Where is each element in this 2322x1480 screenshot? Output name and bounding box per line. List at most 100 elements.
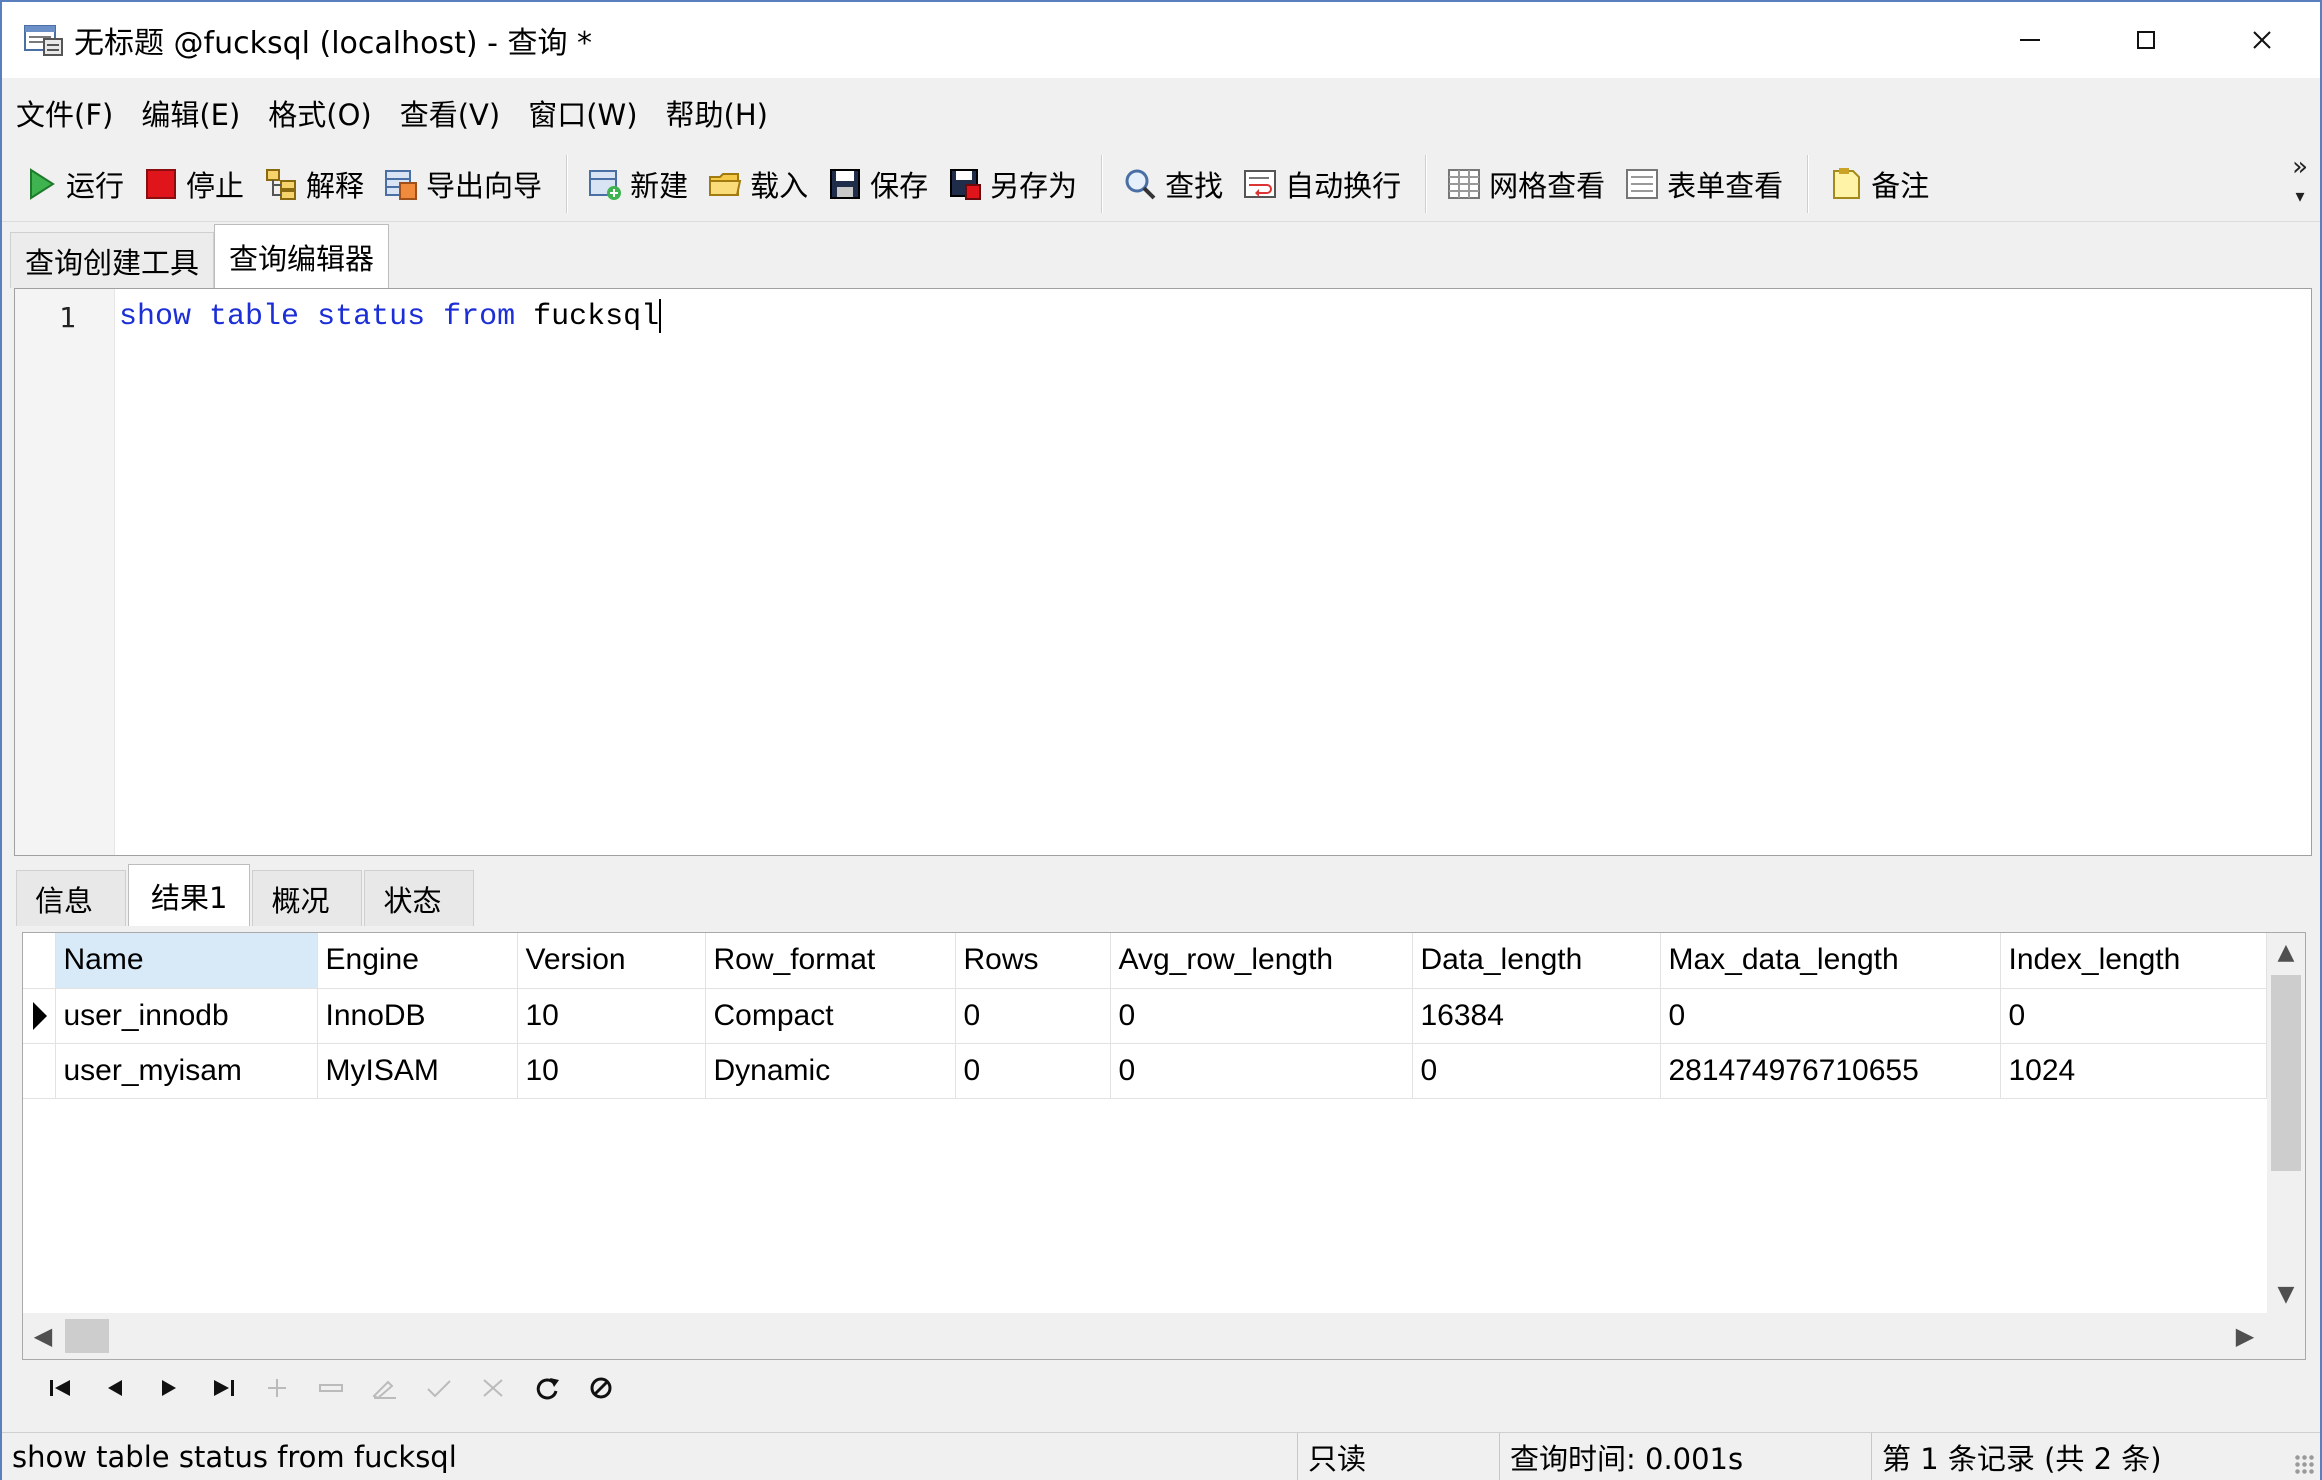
result-grid[interactable]: Name Engine Version Row_format Rows Avg_… xyxy=(22,932,2306,1360)
discard-changes-button[interactable] xyxy=(466,1366,520,1410)
maximize-icon xyxy=(2137,31,2155,49)
table-cell[interactable]: user_myisam xyxy=(55,1043,318,1099)
cancel-icon xyxy=(483,1379,503,1397)
vertical-scrollbar[interactable]: ▲ ▼ xyxy=(2267,933,2305,1313)
column-header-avg-row-length[interactable]: Avg_row_length xyxy=(1110,933,1413,989)
column-header-rows[interactable]: Rows xyxy=(955,933,1111,989)
load-button[interactable]: 载入 xyxy=(700,154,816,214)
table-row[interactable]: user_innodb InnoDB 10 Compact 0 0 16384 … xyxy=(23,988,2267,1044)
chevron-down-icon: ▾ xyxy=(2295,186,2305,207)
table-cell[interactable]: 281474976710655 xyxy=(1660,1043,2001,1099)
column-header-name[interactable]: Name xyxy=(55,933,318,989)
table-cell[interactable]: 0 xyxy=(2000,988,2267,1044)
checkmark-icon xyxy=(427,1380,451,1398)
table-cell[interactable]: 16384 xyxy=(1412,988,1661,1044)
row-pointer-icon xyxy=(33,1001,47,1030)
refresh-button[interactable] xyxy=(520,1366,574,1410)
menu-file[interactable]: 文件(F) xyxy=(16,92,113,134)
add-record-button[interactable] xyxy=(250,1366,304,1410)
scroll-left-icon[interactable]: ◀ xyxy=(23,1313,63,1359)
menu-format[interactable]: 格式(O) xyxy=(268,92,371,134)
last-record-button[interactable] xyxy=(196,1366,250,1410)
word-wrap-button[interactable]: 自动换行 xyxy=(1235,154,1409,214)
minus-icon xyxy=(319,1384,343,1392)
edit-icon xyxy=(372,1380,396,1400)
menu-view[interactable]: 查看(V) xyxy=(400,92,500,134)
edit-record-button[interactable] xyxy=(358,1366,412,1410)
vertical-scroll-thumb[interactable] xyxy=(2271,975,2301,1171)
first-record-icon xyxy=(50,1380,70,1396)
close-button[interactable] xyxy=(2204,2,2320,78)
note-button[interactable]: 备注 xyxy=(1821,154,1937,214)
table-row[interactable]: user_myisam MyISAM 10 Dynamic 0 0 0 2814… xyxy=(23,1043,2267,1099)
search-icon xyxy=(1123,167,1157,201)
tab-result1[interactable]: 结果1 xyxy=(128,864,251,926)
resize-grip-icon[interactable] xyxy=(2294,1454,2316,1476)
column-header-engine[interactable]: Engine xyxy=(317,933,518,989)
save-button[interactable]: 保存 xyxy=(820,154,936,214)
tab-status[interactable]: 状态 xyxy=(364,870,475,926)
table-cell[interactable]: InnoDB xyxy=(317,988,518,1044)
table-cell[interactable]: 1024 xyxy=(2000,1043,2267,1099)
table-cell[interactable]: MyISAM xyxy=(317,1043,518,1099)
first-record-button[interactable] xyxy=(34,1366,88,1410)
column-header-version[interactable]: Version xyxy=(517,933,706,989)
sql-editor[interactable]: 1 show table status from fucksql xyxy=(14,288,2312,856)
code-line[interactable]: show table status from fucksql xyxy=(119,299,662,334)
previous-record-button[interactable] xyxy=(88,1366,142,1410)
form-view-button[interactable]: 表单查看 xyxy=(1617,154,1791,214)
table-cell[interactable]: 10 xyxy=(517,1043,706,1099)
table-cell[interactable]: 0 xyxy=(1412,1043,1661,1099)
menu-window[interactable]: 窗口(W) xyxy=(528,92,637,134)
sql-keyword: status xyxy=(317,299,426,334)
grid-view-button[interactable]: 网格查看 xyxy=(1439,154,1613,214)
table-cell[interactable]: Compact xyxy=(705,988,956,1044)
sql-identifier: fucksql xyxy=(533,299,660,334)
run-button[interactable]: 运行 xyxy=(16,154,132,214)
table-cell[interactable]: 0 xyxy=(955,1043,1111,1099)
apply-changes-button[interactable] xyxy=(412,1366,466,1410)
toolbar-separator xyxy=(566,154,569,213)
table-cell[interactable]: 0 xyxy=(1110,988,1413,1044)
save-as-button[interactable]: 另存为 xyxy=(940,154,1085,214)
app-window: 无标题 @fucksql (localhost) - 查询 * 文件(F) 编辑… xyxy=(0,0,2322,1480)
horizontal-scroll-thumb[interactable] xyxy=(65,1319,109,1353)
column-header-max-data-length[interactable]: Max_data_length xyxy=(1660,933,2001,989)
find-button[interactable]: 查找 xyxy=(1115,154,1231,214)
scroll-down-icon[interactable]: ▼ xyxy=(2267,1275,2305,1313)
table-cell[interactable]: 0 xyxy=(1660,988,2001,1044)
menu-edit[interactable]: 编辑(E) xyxy=(141,92,240,134)
tab-profile[interactable]: 概况 xyxy=(252,870,363,926)
menu-help[interactable]: 帮助(H) xyxy=(666,92,768,134)
scroll-up-icon[interactable]: ▲ xyxy=(2267,933,2305,971)
scroll-right-icon[interactable]: ▶ xyxy=(2225,1313,2265,1359)
horizontal-scrollbar[interactable]: ◀ ▶ xyxy=(23,1313,2305,1359)
table-cell[interactable]: 0 xyxy=(955,988,1111,1044)
text-caret xyxy=(659,299,662,333)
stop-button[interactable]: 停止 xyxy=(136,154,252,214)
table-cell[interactable]: 10 xyxy=(517,988,706,1044)
status-readonly: 只读 xyxy=(1298,1432,1500,1480)
explain-button[interactable]: 解释 xyxy=(256,154,372,214)
table-cell[interactable]: user_innodb xyxy=(55,988,318,1044)
next-record-button[interactable] xyxy=(142,1366,196,1410)
export-wizard-button[interactable]: 导出向导 xyxy=(376,154,550,214)
record-navigation-bar xyxy=(22,1360,2306,1416)
delete-record-button[interactable] xyxy=(304,1366,358,1410)
play-icon xyxy=(24,167,58,201)
result-tab-bar: 信息 结果1 概况 状态 xyxy=(16,864,476,926)
tab-query-editor[interactable]: 查询编辑器 xyxy=(214,224,390,288)
minimize-button[interactable] xyxy=(1972,2,2088,78)
table-cell[interactable]: 0 xyxy=(1110,1043,1413,1099)
new-button[interactable]: 新建 xyxy=(580,154,696,214)
tab-info[interactable]: 信息 xyxy=(16,870,126,926)
toolbar: 运行 停止 解释 导出向导 新建 载入 保存 另存为 查找 自动换行 网格查看 … xyxy=(2,146,2320,222)
stop-loading-button[interactable] xyxy=(574,1366,628,1410)
column-header-data-length[interactable]: Data_length xyxy=(1412,933,1661,989)
tab-query-builder[interactable]: 查询创建工具 xyxy=(10,232,215,288)
maximize-button[interactable] xyxy=(2088,2,2204,78)
column-header-row-format[interactable]: Row_format xyxy=(705,933,956,989)
column-header-index-length[interactable]: Index_length xyxy=(2000,933,2267,989)
table-cell[interactable]: Dynamic xyxy=(705,1043,956,1099)
toolbar-overflow-button[interactable]: » ▾ xyxy=(2292,152,2308,212)
